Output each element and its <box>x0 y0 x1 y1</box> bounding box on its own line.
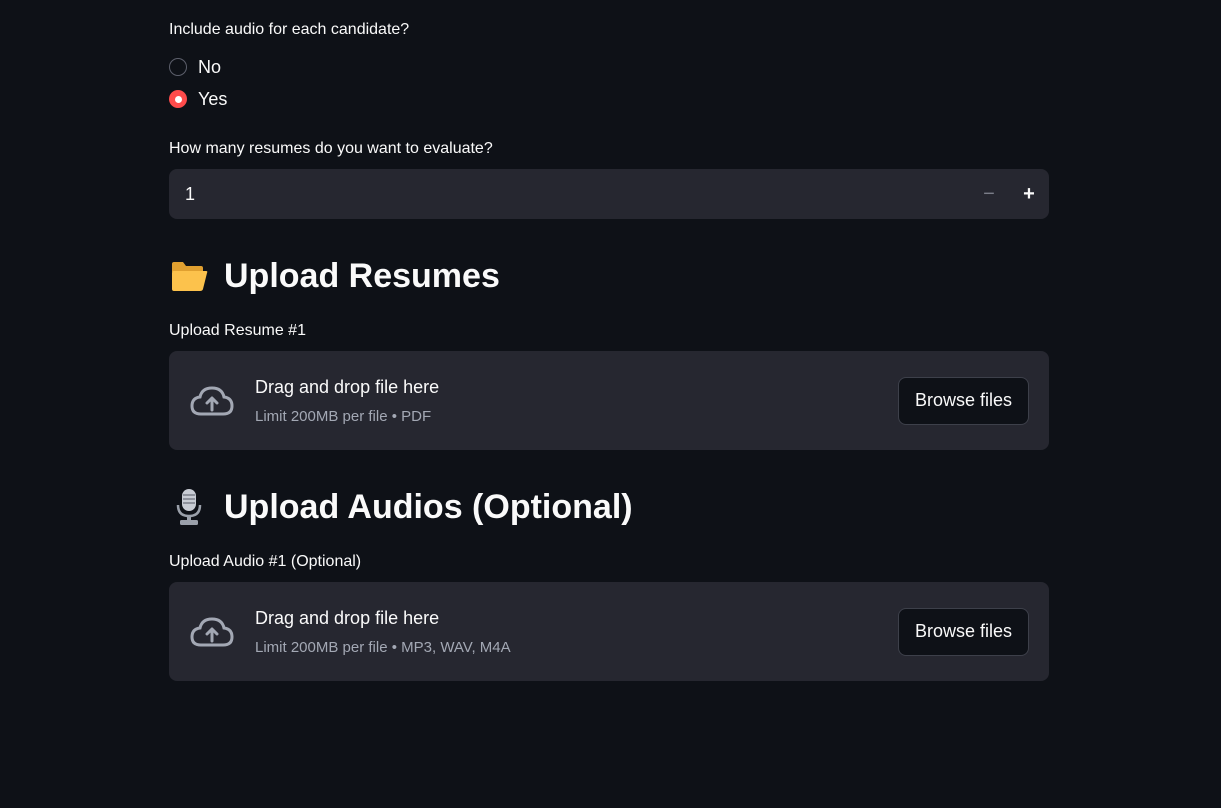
audio-question-group: Include audio for each candidate? <box>169 20 1049 40</box>
radio-yes-indicator[interactable] <box>169 90 187 108</box>
audio-question-label: Include audio for each candidate? <box>169 21 410 38</box>
open-folder-icon <box>169 256 209 296</box>
audio-limit-text: Limit 200MB per file • MP3, WAV, M4A <box>255 638 511 656</box>
increment-button[interactable]: + <box>1009 169 1049 219</box>
resume-dropzone[interactable]: Drag and drop file here Limit 200MB per … <box>169 351 1049 450</box>
resume-drop-instruction: Drag and drop file here <box>255 376 440 397</box>
radio-no-indicator[interactable] <box>169 58 187 76</box>
audio-browse-button[interactable]: Browse files <box>898 607 1029 656</box>
radio-option-yes[interactable]: Yes <box>169 87 1049 111</box>
audio-drop-instruction: Drag and drop file here <box>255 607 440 628</box>
resumes-heading-text: Upload Resumes <box>224 256 500 295</box>
studio-microphone-icon <box>169 487 209 527</box>
resume-browse-button[interactable]: Browse files <box>898 376 1029 425</box>
resume-uploader-label: Upload Resume #1 <box>169 322 306 339</box>
audio-uploader-label-wrap: Upload Audio #1 (Optional) <box>169 552 1049 572</box>
audios-heading-text: Upload Audios (Optional) <box>224 487 633 526</box>
resume-dropzone-text: Drag and drop file here Limit 200MB per … <box>255 376 898 426</box>
cloud-upload-icon <box>189 381 235 421</box>
resume-count-input[interactable]: 1 − + <box>169 169 1049 219</box>
decrement-button[interactable]: − <box>969 169 1009 219</box>
audios-heading: Upload Audios (Optional) <box>169 485 1049 529</box>
audio-dropzone-text: Drag and drop file here Limit 200MB per … <box>255 607 898 657</box>
audio-dropzone[interactable]: Drag and drop file here Limit 200MB per … <box>169 582 1049 681</box>
radio-option-no[interactable]: No <box>169 55 1049 79</box>
audio-uploader-label: Upload Audio #1 (Optional) <box>169 553 362 570</box>
resume-limit-text: Limit 200MB per file • PDF <box>255 407 432 425</box>
resume-count-value[interactable]: 1 <box>185 184 969 205</box>
resumes-heading: Upload Resumes <box>169 254 1049 298</box>
page: Include audio for each candidate? No Yes… <box>0 0 1221 808</box>
radio-yes-label[interactable]: Yes <box>198 89 227 110</box>
resume-uploader-label-wrap: Upload Resume #1 <box>169 321 1049 341</box>
radio-no-label[interactable]: No <box>198 57 221 78</box>
cloud-upload-icon <box>189 612 235 652</box>
resume-count-label-wrap: How many resumes do you want to evaluate… <box>169 139 1049 159</box>
resume-count-label: How many resumes do you want to evaluate… <box>169 140 493 157</box>
